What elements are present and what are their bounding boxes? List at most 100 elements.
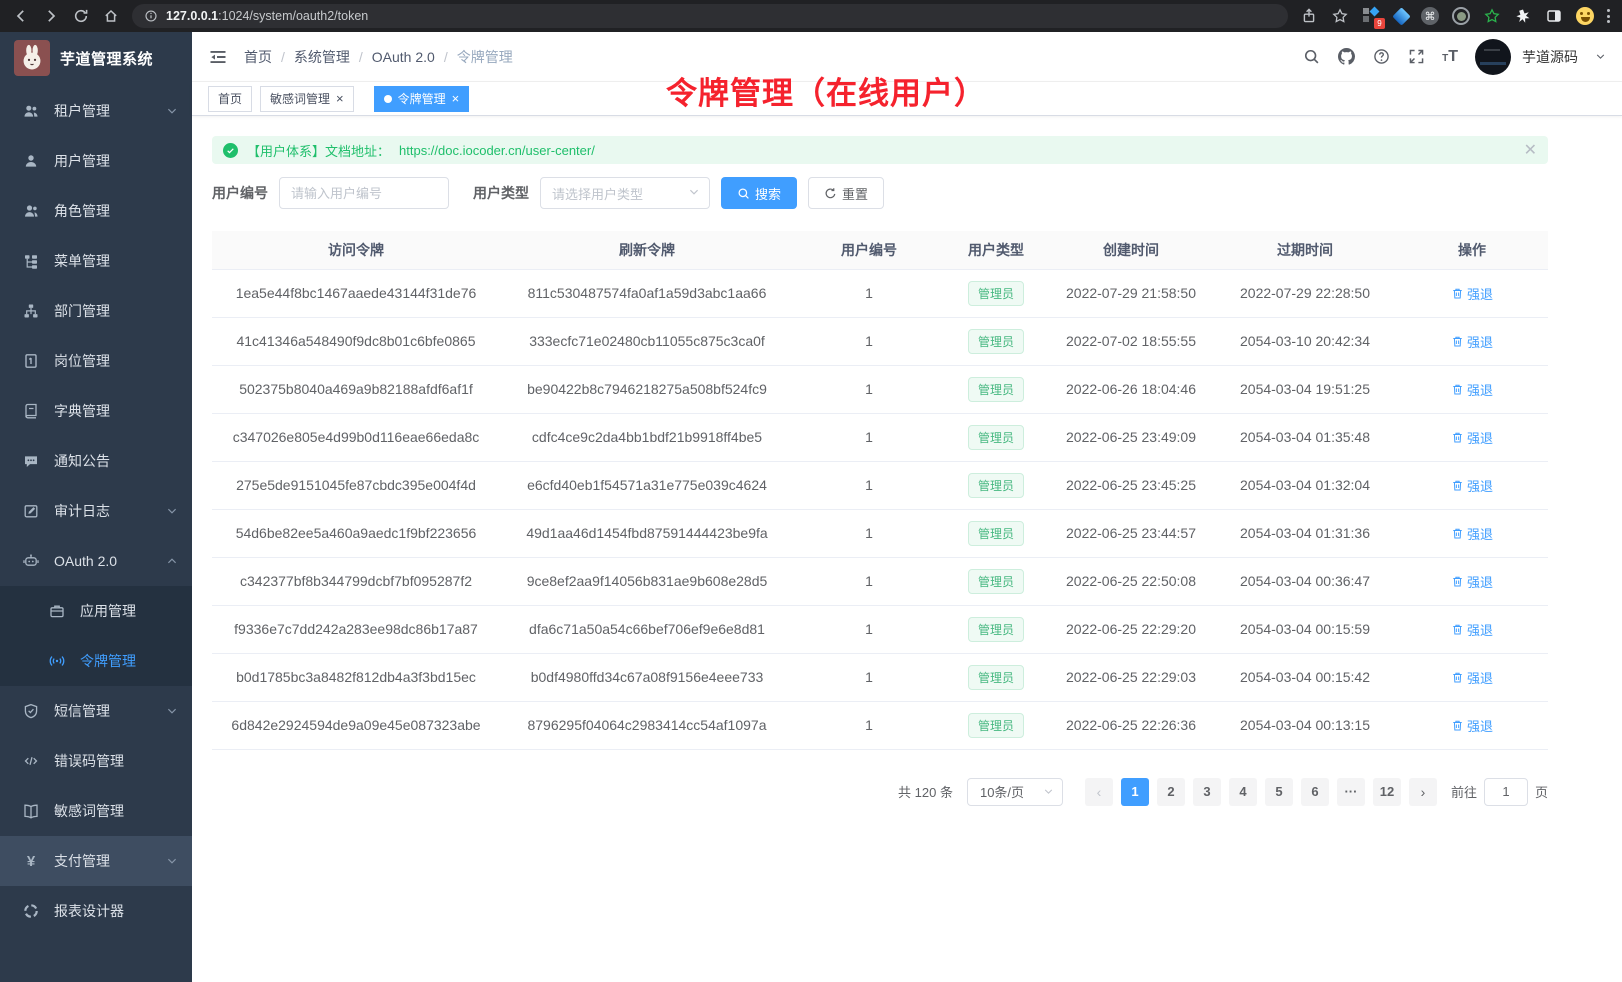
force-logout-button[interactable]: 强退	[1451, 332, 1493, 351]
forward-icon[interactable]	[42, 7, 60, 25]
address-bar[interactable]: 127.0.0.1:1024/system/oauth2/token	[132, 4, 1288, 28]
bookmark-star-icon[interactable]	[1331, 7, 1349, 25]
record-extension-icon[interactable]	[1452, 7, 1470, 25]
sidebar-item-audit-log[interactable]: 审计日志	[0, 486, 192, 536]
sidebar-item-post[interactable]: 岗位管理	[0, 336, 192, 386]
force-logout-button[interactable]: 强退	[1451, 476, 1493, 495]
tag-首页[interactable]: 首页	[208, 86, 252, 112]
sidebar-item-notice[interactable]: 通知公告	[0, 436, 192, 486]
user-id-cell: 1	[794, 461, 944, 509]
tag-令牌管理[interactable]: 令牌管理×	[374, 86, 470, 112]
sidebar-item-label: 支付管理	[54, 851, 110, 871]
table-body: 1ea5e44f8bc1467aaede43144f31de76811c5304…	[212, 269, 1548, 749]
app-logo-row[interactable]: 芋道管理系统	[0, 32, 192, 84]
alert-link[interactable]: https://doc.iocoder.cn/user-center/	[399, 143, 595, 158]
expire-time-cell: 2054-03-04 19:51:25	[1214, 365, 1396, 413]
sidebar-item-error-code[interactable]: 错误码管理	[0, 736, 192, 786]
hamburger-icon[interactable]	[208, 47, 228, 67]
browser-toolbar: 127.0.0.1:1024/system/oauth2/token 9 ⌘	[0, 0, 1622, 32]
user-type-select[interactable]: 请选择用户类型	[540, 177, 710, 209]
browser-menu-icon[interactable]	[1607, 9, 1610, 23]
sidebar-item-role[interactable]: 角色管理	[0, 186, 192, 236]
home-icon[interactable]	[102, 7, 120, 25]
pager-prev-button[interactable]: ‹	[1085, 778, 1113, 806]
command-extension-icon[interactable]: ⌘	[1421, 7, 1439, 25]
pager-ellipsis[interactable]: ···	[1337, 778, 1365, 806]
help-icon[interactable]	[1372, 48, 1390, 66]
font-size-icon[interactable]: TT	[1442, 48, 1458, 66]
sidebar-item-oauth2-app[interactable]: 应用管理	[0, 586, 192, 636]
site-info-icon[interactable]	[144, 7, 158, 25]
user-type-cell: 管理员	[944, 509, 1048, 557]
pinwheel-extension-icon[interactable]	[1514, 7, 1532, 25]
page-size-select[interactable]: 10条/页	[967, 778, 1063, 806]
pager-page-1[interactable]: 1	[1121, 778, 1149, 806]
share-icon[interactable]	[1300, 7, 1318, 25]
force-logout-button[interactable]: 强退	[1451, 284, 1493, 303]
search-button[interactable]: 搜索	[721, 177, 797, 209]
pager-page-3[interactable]: 3	[1193, 778, 1221, 806]
column-header: 用户类型	[944, 231, 1048, 269]
username[interactable]: 芋道源码	[1522, 47, 1578, 67]
expire-time-cell: 2054-03-04 00:36:47	[1214, 557, 1396, 605]
user-type-cell: 管理员	[944, 413, 1048, 461]
avatar[interactable]	[1475, 39, 1511, 75]
user-type-cell: 管理员	[944, 701, 1048, 749]
tag-敏感词管理[interactable]: 敏感词管理×	[260, 86, 354, 112]
force-logout-button[interactable]: 强退	[1451, 380, 1493, 399]
force-logout-button[interactable]: 强退	[1451, 524, 1493, 543]
force-logout-button[interactable]: 强退	[1451, 620, 1493, 639]
sidebar-item-label: 短信管理	[54, 701, 110, 721]
sidebar-item-sms[interactable]: 短信管理	[0, 686, 192, 736]
user-id-cell: 1	[794, 557, 944, 605]
pager-page-12[interactable]: 12	[1373, 778, 1401, 806]
org-icon	[22, 302, 40, 320]
table-row: 54d6be82ee5a460a9aedc1f9bf22365649d1aa46…	[212, 509, 1548, 557]
extensions-cluster-icon[interactable]: 9	[1362, 6, 1382, 26]
sidebar-item-sensitive-word[interactable]: 敏感词管理	[0, 786, 192, 836]
sidebar-item-dept[interactable]: 部门管理	[0, 286, 192, 336]
pager-page-2[interactable]: 2	[1157, 778, 1185, 806]
user-type-badge: 管理员	[968, 617, 1024, 642]
sidebar-item-tenant[interactable]: 租户管理	[0, 86, 192, 136]
side-panel-icon[interactable]	[1545, 7, 1563, 25]
breadcrumb-item[interactable]: 系统管理	[294, 47, 350, 67]
sidebar-item-oauth2-token[interactable]: 令牌管理	[0, 636, 192, 686]
signal-icon	[48, 652, 66, 670]
sidebar-item-oauth2[interactable]: OAuth 2.0	[0, 536, 192, 586]
github-icon[interactable]	[1337, 48, 1355, 66]
force-logout-button[interactable]: 强退	[1451, 716, 1493, 735]
trash-icon	[1451, 287, 1464, 300]
tag-close-icon[interactable]: ×	[452, 92, 460, 105]
menu-tree-icon	[22, 252, 40, 270]
fullscreen-icon[interactable]	[1407, 48, 1425, 66]
sidebar-item-label: 部门管理	[54, 301, 110, 321]
user-id-input[interactable]	[279, 177, 449, 209]
access-token-cell: b0d1785bc3a8482f812db4a3f3bd15ec	[212, 653, 500, 701]
sidebar-item-report[interactable]: 报表设计器	[0, 886, 192, 936]
search-icon[interactable]	[1302, 48, 1320, 66]
gem-extension-icon[interactable]	[1392, 7, 1410, 25]
reset-button[interactable]: 重置	[808, 177, 884, 209]
green-star-extension-icon[interactable]	[1483, 7, 1501, 25]
pager-page-4[interactable]: 4	[1229, 778, 1257, 806]
force-logout-button[interactable]: 强退	[1451, 428, 1493, 447]
sidebar-item-pay[interactable]: ¥支付管理	[0, 836, 192, 886]
force-logout-button[interactable]: 强退	[1451, 572, 1493, 591]
back-icon[interactable]	[12, 7, 30, 25]
pager-page-5[interactable]: 5	[1265, 778, 1293, 806]
chevron-down-icon[interactable]	[1595, 51, 1606, 62]
goto-page-input[interactable]	[1484, 778, 1528, 806]
sidebar-item-dict[interactable]: 字典管理	[0, 386, 192, 436]
tag-close-icon[interactable]: ×	[336, 92, 344, 105]
sidebar-item-user[interactable]: 用户管理	[0, 136, 192, 186]
pager-next-button[interactable]: ›	[1409, 778, 1437, 806]
breadcrumb-item[interactable]: 首页	[244, 47, 272, 67]
alert-close-icon[interactable]: ✕	[1524, 140, 1537, 160]
reload-icon[interactable]	[72, 7, 90, 25]
pager-page-6[interactable]: 6	[1301, 778, 1329, 806]
breadcrumb-item[interactable]: OAuth 2.0	[372, 49, 435, 65]
force-logout-button[interactable]: 强退	[1451, 668, 1493, 687]
sidebar-item-menu[interactable]: 菜单管理	[0, 236, 192, 286]
profile-emoji-icon[interactable]	[1576, 7, 1594, 25]
